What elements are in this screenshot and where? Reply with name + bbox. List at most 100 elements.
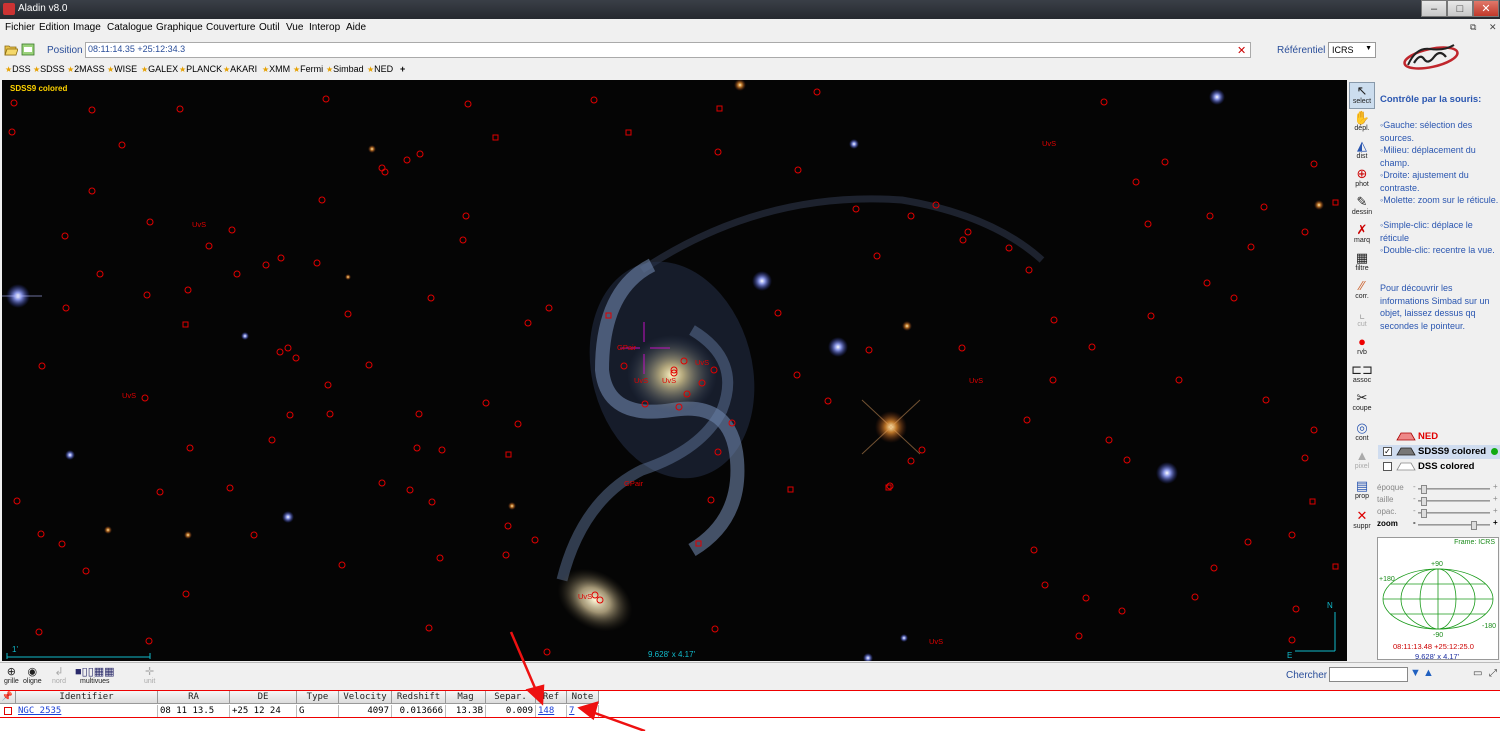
maximize-button[interactable]: □: [1447, 0, 1473, 17]
slider-knob[interactable]: [1421, 509, 1427, 518]
close-small-icon[interactable]: ✕: [1489, 22, 1497, 33]
sky-view[interactable]: UvS UvS UvS UvS UvS UvS UvS UvS GPair GP…: [2, 80, 1347, 661]
tool-move[interactable]: ✋ dépl.: [1349, 110, 1375, 137]
cell-velocity: 4097: [339, 705, 392, 717]
menu-catalogue[interactable]: Catalogue: [107, 22, 153, 33]
layer-status-icon: [1491, 448, 1498, 455]
tool-draw[interactable]: ✎ dessin: [1349, 194, 1375, 221]
slider-knob[interactable]: [1421, 497, 1427, 506]
column-header[interactable]: RA: [158, 691, 230, 704]
layer-visible-checkbox[interactable]: [1383, 462, 1392, 471]
cell-identifier[interactable]: NGC 2535: [16, 705, 158, 717]
add-survey-button[interactable]: +: [400, 64, 405, 74]
survey-2mass[interactable]: ★2MASS: [67, 64, 105, 74]
help-item: ◦Molette: zoom sur le réticule.: [1380, 195, 1499, 205]
assoc-icon: ⊏⊐: [1351, 362, 1373, 377]
tool-filter[interactable]: ▦ filtre: [1349, 250, 1375, 277]
tool-marker[interactable]: ✗ marq: [1349, 222, 1375, 249]
column-header[interactable]: Redshift: [392, 691, 446, 704]
grid-button[interactable]: ⊕ grille: [4, 666, 19, 685]
multiview-button[interactable]: ■▯▯▦▦ multivues: [75, 666, 115, 685]
survey-xmm[interactable]: ★XMM: [262, 64, 290, 74]
position-input[interactable]: 08:11:14.35 +25:12:34.3: [85, 42, 1251, 58]
survey-sdss[interactable]: ★SDSS: [33, 64, 65, 74]
unit-button[interactable]: ✛ unit: [144, 666, 155, 685]
column-header[interactable]: Separ.: [486, 691, 536, 704]
menu-couverture[interactable]: Couverture: [206, 22, 255, 33]
menu-graphique[interactable]: Graphique: [156, 22, 203, 33]
survey-dss[interactable]: ★DSS: [5, 64, 31, 74]
survey-planck[interactable]: ★PLANCK: [179, 64, 222, 74]
find-previous-icon[interactable]: ▲: [1423, 667, 1434, 679]
menu-edition[interactable]: Edition: [39, 22, 70, 33]
north-button[interactable]: ↲ nord: [52, 666, 66, 685]
open-folder-icon[interactable]: [4, 43, 18, 56]
tool-assoc[interactable]: ⊏⊐ assoc: [1349, 362, 1375, 389]
tool-rgb[interactable]: ● rvb: [1349, 334, 1375, 361]
tool-photometry[interactable]: ⊕ phot: [1349, 166, 1375, 193]
column-header[interactable]: Velocity: [339, 691, 392, 704]
tool-distance[interactable]: ◭ dist: [1349, 138, 1375, 165]
restore-icon[interactable]: ⧉: [1470, 22, 1476, 33]
column-header[interactable]: Ref: [536, 691, 567, 704]
survey-galex[interactable]: ★GALEX: [141, 64, 178, 74]
layer-visible-checkbox[interactable]: ✓: [1383, 447, 1392, 456]
survey-simbad[interactable]: ★Simbad: [326, 64, 364, 74]
menu-aide[interactable]: Aide: [346, 22, 366, 33]
cell-note-link[interactable]: 7: [567, 705, 599, 717]
column-header[interactable]: DE: [230, 691, 297, 704]
oligne-button[interactable]: ◉ oligne: [23, 666, 42, 685]
layer-sdss9-colored[interactable]: ✓ SDSS9 colored: [1378, 445, 1500, 459]
close-button[interactable]: ✕: [1473, 0, 1499, 17]
slider-knob[interactable]: [1421, 485, 1427, 494]
tool-correction[interactable]: ⁄⁄ corr.: [1349, 278, 1375, 305]
slider-opacity[interactable]: opac. - +: [1376, 506, 1500, 519]
help-item: ◦Double-clic: recentre la vue.: [1380, 245, 1495, 255]
layer-dss-colored[interactable]: DSS colored: [1378, 460, 1500, 474]
find-input[interactable]: [1329, 667, 1408, 682]
tool-coupe[interactable]: ✂ coupe: [1349, 390, 1375, 417]
detach-panel-icon[interactable]: ⤢: [1489, 668, 1497, 679]
slider-zoom[interactable]: zoom - +: [1376, 518, 1500, 531]
help-item: ◦Droite: ajustement du contraste.: [1380, 170, 1469, 193]
menu-image[interactable]: Image: [73, 22, 101, 33]
photometry-icon: ⊕: [1356, 166, 1368, 181]
minimize-button[interactable]: –: [1421, 0, 1447, 17]
survey-wise[interactable]: ★WISE: [107, 64, 137, 74]
menu-outil[interactable]: Outil: [259, 22, 280, 33]
tool-properties[interactable]: ▤ prop: [1349, 478, 1375, 505]
survey-ned[interactable]: ★NED: [367, 64, 393, 74]
tool-pixel[interactable]: ▲ pixel: [1349, 448, 1375, 475]
pin-column[interactable]: 📌: [0, 691, 16, 704]
window-title: Aladin v8.0: [18, 3, 68, 14]
slider-epoque[interactable]: époque - +: [1376, 482, 1500, 495]
column-header[interactable]: Note: [567, 691, 599, 704]
row-marker-icon[interactable]: [4, 707, 12, 715]
survey-akari[interactable]: ★AKARI: [223, 64, 257, 74]
column-header[interactable]: Identifier: [16, 691, 158, 704]
column-header[interactable]: Mag: [446, 691, 486, 704]
survey-fermi[interactable]: ★Fermi: [293, 64, 323, 74]
sky-image[interactable]: UvS UvS UvS UvS UvS UvS UvS UvS GPair GP…: [2, 80, 1347, 661]
tool-cut[interactable]: ⌞ cut: [1349, 306, 1375, 333]
referentiel-select[interactable]: ICRS ▼: [1328, 42, 1376, 58]
menu-interop[interactable]: Interop: [309, 22, 340, 33]
minimize-panel-icon[interactable]: ▭: [1473, 668, 1482, 679]
object-label: UvS: [662, 376, 676, 385]
slider-taille[interactable]: taille - +: [1376, 494, 1500, 507]
load-image-icon[interactable]: [21, 43, 35, 56]
find-next-icon[interactable]: ▼: [1410, 667, 1421, 679]
menu-vue[interactable]: Vue: [286, 22, 303, 33]
mouse-help-panel: Contrôle par la souris: ◦Gauche: sélecti…: [1378, 80, 1500, 410]
menu-fichier[interactable]: Fichier: [5, 22, 35, 33]
tool-contour[interactable]: ◎ cont: [1349, 420, 1375, 447]
all-sky-globe[interactable]: Frame: ICRS +90 -90 +180 -180 08:11:13.4…: [1377, 537, 1499, 661]
tool-delete[interactable]: ✕ suppr: [1349, 508, 1375, 535]
slider-knob[interactable]: [1471, 521, 1477, 530]
cell-ref-link[interactable]: 148: [536, 705, 567, 717]
layer-ned[interactable]: NED: [1378, 430, 1500, 444]
tool-select[interactable]: ↖ select: [1349, 82, 1375, 109]
clear-position-icon[interactable]: ✕: [1237, 44, 1246, 57]
column-header[interactable]: Type: [297, 691, 339, 704]
help-item: ◦Simple-clic: déplace le réticule: [1380, 220, 1473, 243]
